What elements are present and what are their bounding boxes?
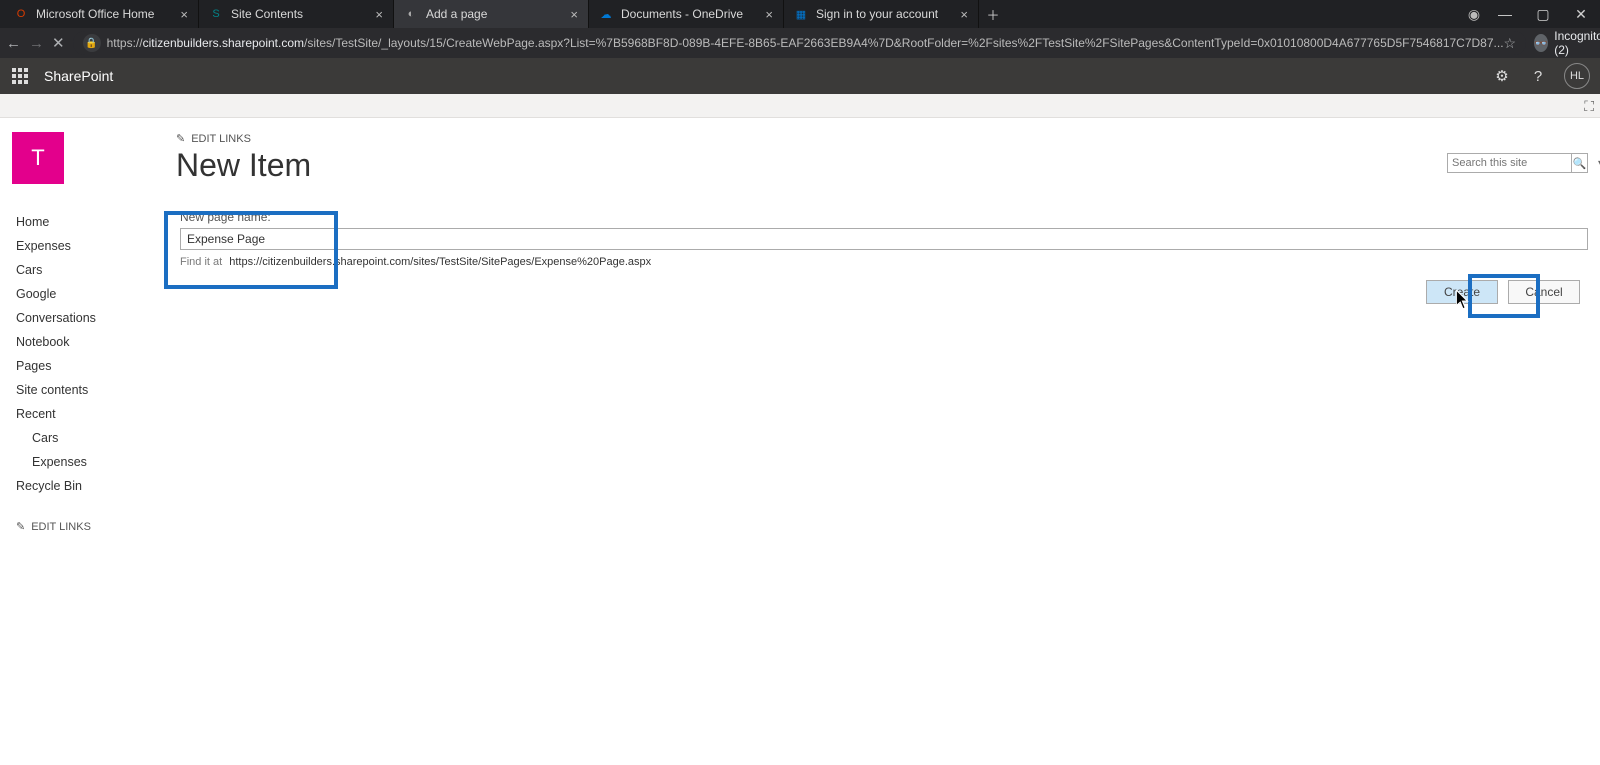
nav-site-contents[interactable]: Site contents — [16, 378, 164, 402]
tab-title: Add a page — [426, 7, 562, 21]
search-area: ▾ 🔍 — [1447, 132, 1588, 194]
browser-tab[interactable]: S Site Contents × — [199, 0, 394, 28]
find-it-at-text: Find it at https://citizenbuilders.share… — [180, 256, 1588, 268]
close-window-button[interactable]: ✕ — [1562, 0, 1600, 28]
incognito-label: Incognito (2) — [1554, 29, 1600, 57]
onedrive-icon: ☁ — [599, 7, 613, 21]
browser-tab[interactable]: ▦ Sign in to your account × — [784, 0, 979, 28]
page-title: New Item — [176, 147, 311, 184]
browser-tab[interactable]: O Microsoft Office Home × — [4, 0, 199, 28]
loading-icon: ◐ — [404, 7, 418, 21]
main-content: New page name: Find it at https://citize… — [164, 210, 1588, 533]
browser-tab-active[interactable]: ◐ Add a page × — [394, 0, 589, 28]
recording-icon: ◉ — [1462, 0, 1486, 28]
page-name-input[interactable] — [180, 228, 1588, 250]
new-tab-button[interactable]: ＋ — [979, 0, 1007, 28]
tab-title: Site Contents — [231, 7, 367, 21]
nav-recycle-bin[interactable]: Recycle Bin — [16, 474, 164, 498]
office-icon: O — [14, 7, 28, 21]
bookmark-star-icon[interactable]: ☆ — [1504, 35, 1517, 52]
tab-title: Sign in to your account — [816, 7, 952, 21]
browser-tab-strip: O Microsoft Office Home × S Site Content… — [0, 0, 1600, 28]
lock-icon: 🔒 — [83, 34, 101, 52]
maximize-button[interactable]: ▢ — [1524, 0, 1562, 28]
search-box[interactable]: ▾ — [1447, 153, 1572, 173]
create-button[interactable]: Create — [1426, 280, 1498, 304]
edit-links-label: EDIT LINKS — [31, 521, 91, 533]
nav-home[interactable]: Home — [16, 210, 164, 234]
site-logo[interactable]: T — [12, 132, 64, 184]
tab-title: Documents - OneDrive — [621, 7, 757, 21]
nav-recent[interactable]: Recent — [16, 402, 164, 426]
tab-title: Microsoft Office Home — [36, 7, 172, 21]
ribbon-strip: ⛶ — [0, 94, 1600, 118]
find-it-url: https://citizenbuilders.sharepoint.com/s… — [229, 256, 651, 268]
url-text: https://citizenbuilders.sharepoint.com/s… — [107, 36, 1504, 50]
minimize-button[interactable]: — — [1486, 0, 1524, 28]
browser-tab[interactable]: ☁ Documents - OneDrive × — [589, 0, 784, 28]
nav-google[interactable]: Google — [16, 282, 164, 306]
back-button[interactable]: ← — [6, 35, 21, 52]
nav-cars[interactable]: Cars — [16, 258, 164, 282]
page-header: T ✎ EDIT LINKS New Item ▾ 🔍 — [0, 118, 1600, 194]
close-tab-icon[interactable]: × — [960, 7, 968, 22]
page-name-label: New page name: — [180, 210, 1588, 224]
user-avatar[interactable]: HL — [1564, 63, 1590, 89]
focus-content-icon[interactable]: ⛶ — [1584, 98, 1594, 115]
browser-toolbar: ← → ✕ 🔒 https://citizenbuilders.sharepoi… — [0, 28, 1600, 58]
microsoft-icon: ▦ — [794, 7, 808, 21]
cancel-button[interactable]: Cancel — [1508, 280, 1580, 304]
nav-conversations[interactable]: Conversations — [16, 306, 164, 330]
close-tab-icon[interactable]: × — [765, 7, 773, 22]
forward-button[interactable]: → — [29, 35, 44, 52]
stop-reload-button[interactable]: ✕ — [52, 34, 65, 52]
app-launcher-icon[interactable] — [10, 66, 30, 86]
search-go-button[interactable]: 🔍 — [1572, 153, 1588, 173]
window-controls: ◉ — ▢ ✕ — [1462, 0, 1600, 28]
suite-bar: SharePoint ⚙ ? HL — [0, 58, 1600, 94]
nav-pages[interactable]: Pages — [16, 354, 164, 378]
incognito-indicator[interactable]: 👓 Incognito (2) — [1534, 29, 1600, 57]
close-tab-icon[interactable]: × — [375, 7, 383, 22]
pencil-icon: ✎ — [176, 132, 185, 145]
nav-recent-expenses[interactable]: Expenses — [16, 450, 164, 474]
close-tab-icon[interactable]: × — [570, 7, 578, 22]
pencil-icon: ✎ — [16, 520, 25, 533]
nav-recent-cars[interactable]: Cars — [16, 426, 164, 450]
incognito-icon: 👓 — [1534, 34, 1548, 52]
nav-expenses[interactable]: Expenses — [16, 234, 164, 258]
address-bar[interactable]: 🔒 https://citizenbuilders.sharepoint.com… — [73, 31, 1527, 55]
edit-links-label: EDIT LINKS — [191, 133, 251, 145]
close-tab-icon[interactable]: × — [180, 7, 188, 22]
nav-notebook[interactable]: Notebook — [16, 330, 164, 354]
brand-label[interactable]: SharePoint — [44, 68, 113, 84]
left-nav: Home Expenses Cars Google Conversations … — [16, 210, 164, 533]
edit-links-top[interactable]: ✎ EDIT LINKS — [176, 132, 311, 145]
edit-links-bottom[interactable]: ✎ EDIT LINKS — [16, 520, 164, 533]
sharepoint-icon: S — [209, 7, 223, 21]
help-icon[interactable]: ? — [1528, 66, 1548, 86]
gear-icon[interactable]: ⚙ — [1492, 66, 1512, 86]
